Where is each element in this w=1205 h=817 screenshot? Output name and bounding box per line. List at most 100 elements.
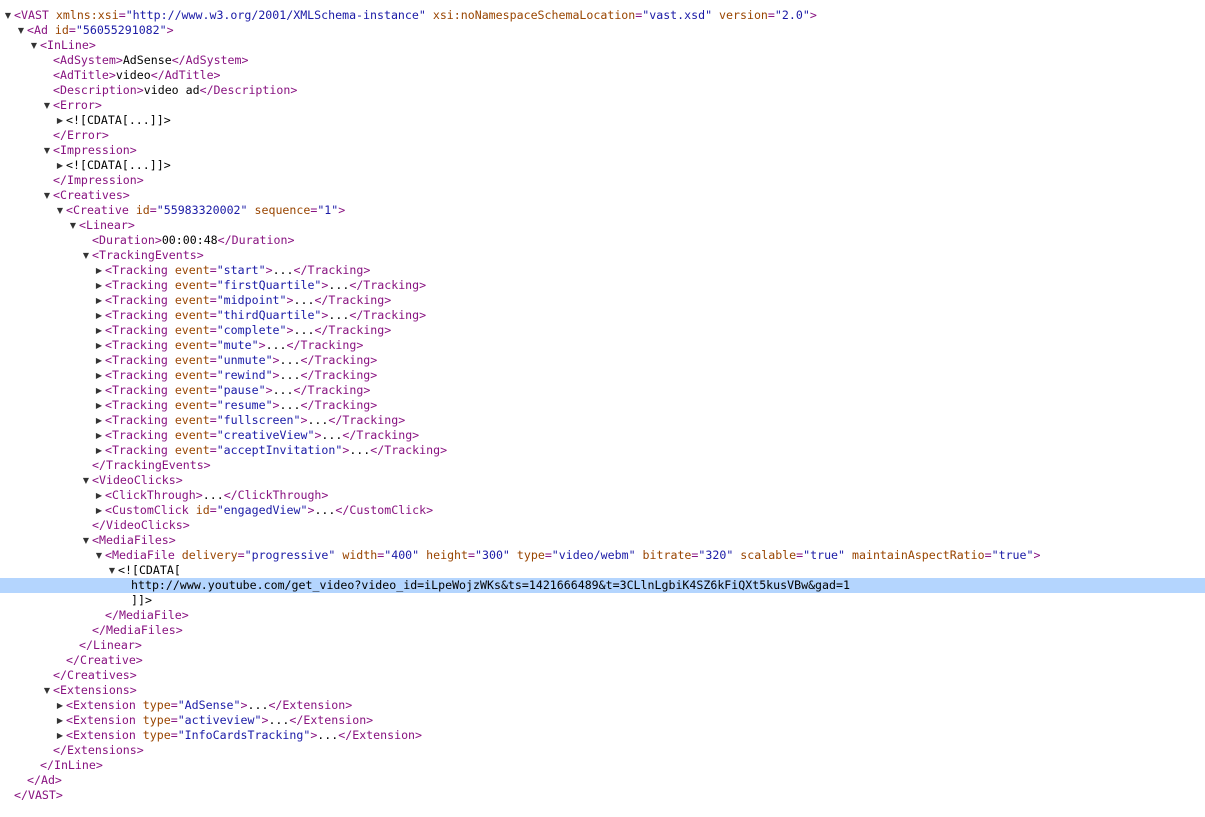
xml-text: ... [268, 713, 290, 727]
xml-attribute-value: "InfoCardsTracking" [177, 728, 311, 742]
collapse-triangle-icon[interactable]: ▼ [81, 533, 91, 548]
xml-attribute-value: "rewind" [216, 368, 273, 382]
expand-triangle-icon[interactable]: ▶ [94, 443, 104, 458]
xml-tag-text: <MediaFile [105, 548, 182, 562]
xml-tag-text: > [265, 263, 273, 277]
xml-line: ▶ <Tracking event="midpoint">...</Trackin… [0, 293, 1205, 308]
xml-line: ▼ <Creatives> [0, 188, 1205, 203]
expand-triangle-icon[interactable]: ▶ [94, 323, 104, 338]
xml-tag-text [712, 8, 719, 22]
expand-triangle-icon[interactable]: ▶ [94, 338, 104, 353]
xml-line-content: </InLine> [40, 758, 103, 773]
xml-line: ▶ <Tracking event="mute">...</Tracking> [0, 338, 1205, 353]
xml-line: </TrackingEvents> [0, 458, 1205, 473]
collapse-triangle-icon[interactable]: ▼ [94, 548, 104, 563]
xml-line-content: <Tracking event="unmute">...</Tracking> [105, 353, 377, 368]
xml-line: ▼ <Ad id="56055291082"> [0, 23, 1205, 38]
xml-line-content: <CustomClick id="engagedView">...</Custo… [105, 503, 433, 518]
expand-triangle-icon[interactable]: ▶ [55, 728, 65, 743]
collapse-triangle-icon[interactable]: ▼ [42, 683, 52, 698]
xml-tag-text: = [209, 293, 217, 307]
xml-tag-text: > [809, 8, 817, 22]
xml-tag-text: </Tracking> [349, 278, 427, 292]
xml-tag-text: <Tracking [105, 413, 175, 427]
xml-line: ▼ <MediaFile delivery="progressive" width… [0, 548, 1205, 563]
collapse-triangle-icon[interactable]: ▼ [42, 98, 52, 113]
xml-text: ... [307, 413, 329, 427]
xml-tag-text: <AdSystem> [53, 53, 123, 67]
xml-tag-text: <Tracking [105, 428, 175, 442]
xml-line: ▼ <MediaFiles> [0, 533, 1205, 548]
xml-line-content: </Ad> [27, 773, 62, 788]
xml-tag-text: > [240, 698, 248, 712]
xml-attribute-value: "complete" [216, 323, 287, 337]
xml-tag-text: <Tracking [105, 278, 175, 292]
xml-text: ... [349, 443, 371, 457]
xml-text: video [115, 68, 151, 82]
xml-line: ▶ <![CDATA[...]]> [0, 113, 1205, 128]
xml-tag-text: </AdSystem> [171, 53, 249, 67]
expand-triangle-icon[interactable]: ▶ [94, 428, 104, 443]
expand-triangle-icon[interactable]: ▶ [55, 113, 65, 128]
expand-triangle-icon[interactable]: ▶ [94, 398, 104, 413]
xml-tag-text: <Impression> [53, 143, 137, 157]
xml-line-content: </MediaFile> [105, 608, 189, 623]
collapse-triangle-icon[interactable]: ▼ [55, 203, 65, 218]
collapse-triangle-icon[interactable]: ▼ [3, 8, 13, 23]
xml-tag-text: </Extension> [338, 728, 423, 742]
xml-tag-text: <Tracking [105, 353, 175, 367]
xml-line: ▼ <Impression> [0, 143, 1205, 158]
xml-tag-text: > [272, 368, 280, 382]
expand-triangle-icon[interactable]: ▶ [94, 293, 104, 308]
expand-triangle-icon[interactable]: ▶ [94, 383, 104, 398]
expand-triangle-icon[interactable]: ▶ [94, 308, 104, 323]
collapse-triangle-icon[interactable]: ▼ [42, 188, 52, 203]
collapse-triangle-icon[interactable]: ▼ [68, 218, 78, 233]
expand-triangle-icon[interactable]: ▶ [94, 353, 104, 368]
expand-triangle-icon[interactable]: ▶ [94, 488, 104, 503]
xml-line-content: <Extensions> [53, 683, 137, 698]
xml-line-content: <![CDATA[ [118, 563, 181, 578]
xml-tag-text: </Ad> [27, 773, 62, 787]
xml-tag-text: > [272, 353, 280, 367]
xml-text: ... [247, 698, 269, 712]
expand-triangle-icon[interactable]: ▶ [94, 368, 104, 383]
xml-line-content: <Tracking event="complete">...</Tracking… [105, 323, 391, 338]
expand-triangle-icon[interactable]: ▶ [94, 278, 104, 293]
collapse-triangle-icon[interactable]: ▼ [29, 38, 39, 53]
xml-line: </Creatives> [0, 668, 1205, 683]
expand-triangle-icon[interactable]: ▶ [94, 263, 104, 278]
collapse-triangle-icon[interactable]: ▼ [81, 248, 91, 263]
xml-attribute-value: "1" [317, 203, 339, 217]
xml-line: </MediaFiles> [0, 623, 1205, 638]
xml-line-content: ]]> [131, 593, 152, 608]
xml-tag-text: </VideoClicks> [92, 518, 190, 532]
expand-triangle-icon[interactable]: ▶ [94, 413, 104, 428]
xml-line-content: <VideoClicks> [92, 473, 183, 488]
xml-attribute-name: xsi:noNamespaceSchemaLocation [432, 8, 636, 22]
xml-tag-text: = [209, 263, 217, 277]
xml-tag-text: <Error> [53, 98, 102, 112]
collapse-triangle-icon[interactable]: ▼ [81, 473, 91, 488]
xml-attribute-name: event [174, 353, 210, 367]
collapse-triangle-icon[interactable]: ▼ [42, 143, 52, 158]
xml-line-selected[interactable]: http://www.youtube.com/get_video?video_i… [0, 578, 1205, 593]
xml-line-content: <MediaFiles> [92, 533, 176, 548]
expand-triangle-icon[interactable]: ▶ [55, 698, 65, 713]
xml-attribute-value: "fullscreen" [216, 413, 301, 427]
xml-tag-text: = [209, 503, 217, 517]
xml-line-content: <Tracking event="midpoint">...</Tracking… [105, 293, 391, 308]
expand-triangle-icon[interactable]: ▶ [94, 503, 104, 518]
collapse-triangle-icon[interactable]: ▼ [107, 563, 117, 578]
expand-triangle-icon[interactable]: ▶ [55, 158, 65, 173]
xml-attribute-value: "resume" [216, 398, 273, 412]
xml-attribute-name: event [174, 338, 210, 352]
xml-tag-text: <Description> [53, 83, 144, 97]
xml-attribute-name: id [54, 23, 69, 37]
xml-line-content: <Tracking event="mute">...</Tracking> [105, 338, 363, 353]
xml-line: </Ad> [0, 773, 1205, 788]
collapse-triangle-icon[interactable]: ▼ [16, 23, 26, 38]
expand-triangle-icon[interactable]: ▶ [55, 713, 65, 728]
xml-line: ▼ <Creative id="55983320002" sequence="1"… [0, 203, 1205, 218]
xml-attribute-value: "vast.xsd" [642, 8, 713, 22]
